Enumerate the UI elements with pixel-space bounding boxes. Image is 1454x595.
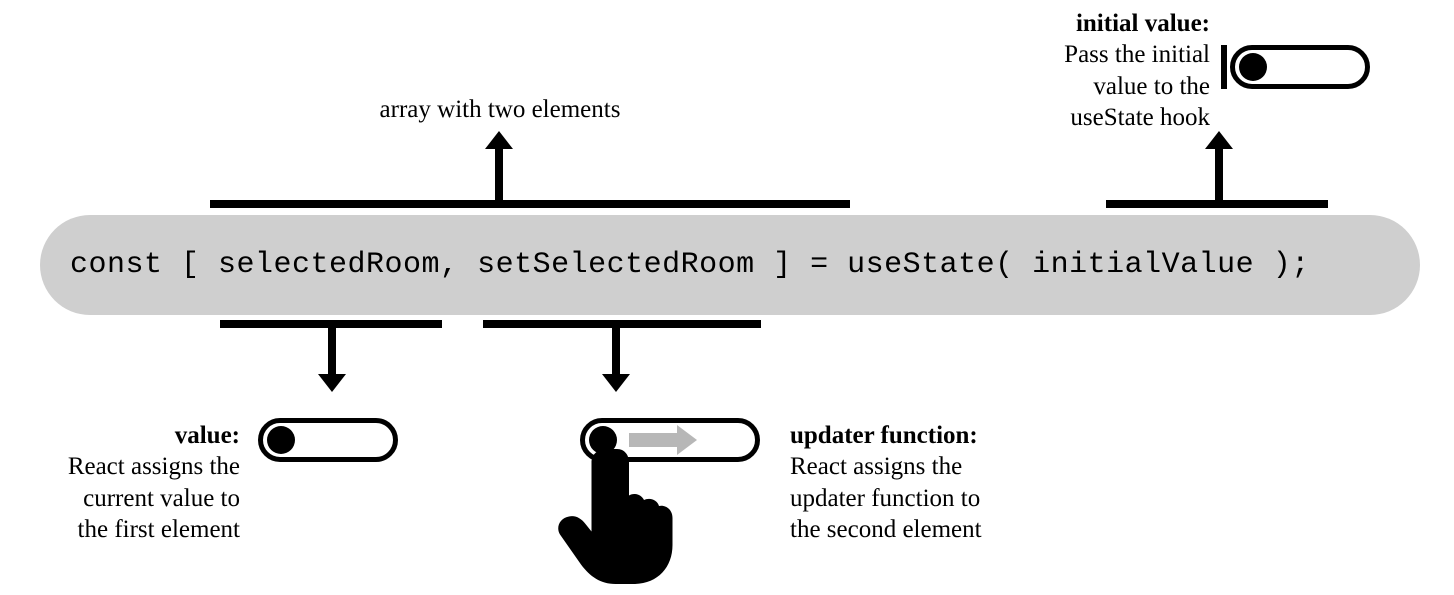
toggle-knob [1239,53,1267,81]
initial-value-bracket [1106,200,1328,208]
updater-annotation: updater function: React assigns the upda… [790,420,1070,545]
toggle-knob [267,426,295,454]
updater-bracket [483,320,761,328]
array-annotation: array with two elements [350,94,650,125]
initial-value-annotation: initial value: Pass the initial value to… [940,8,1210,133]
code-text: const [ selectedRoom, setSelectedRoom ] … [70,248,1310,282]
code-bar: const [ selectedRoom, setSelectedRoom ] … [40,215,1420,315]
pointing-hand-icon [548,440,698,595]
value-annotation: value: React assigns the current value t… [0,420,240,545]
value-arrow-down [328,328,336,378]
array-arrow-up [495,145,503,200]
value-bracket [220,320,442,328]
initial-value-toggle-icon [1230,45,1370,89]
initial-value-arrow-up [1215,145,1223,200]
updater-arrow-down [612,328,620,378]
value-toggle-icon [258,418,398,462]
array-bracket [210,200,850,208]
